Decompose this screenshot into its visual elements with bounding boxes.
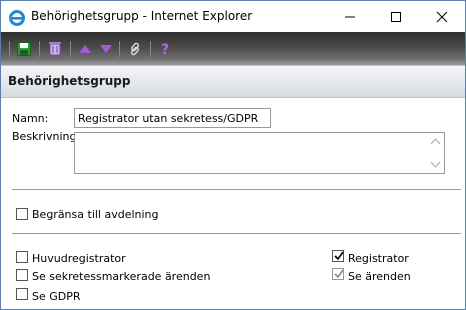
toolbar: ? [1, 32, 465, 65]
help-icon: ? [161, 42, 169, 56]
see-gdpr-label: Se GDPR [32, 290, 81, 303]
delete-button[interactable] [47, 40, 63, 57]
divider [12, 233, 461, 234]
name-input[interactable] [74, 108, 271, 128]
limit-department-label: Begränsa till avdelning [32, 208, 159, 221]
move-down-button[interactable] [98, 40, 114, 57]
move-up-button[interactable] [77, 40, 93, 57]
section-title: Behörighetsgrupp [8, 74, 131, 88]
close-button[interactable] [419, 1, 465, 32]
see-gdpr-checkbox[interactable] [16, 288, 28, 300]
checkmark-icon [334, 269, 344, 279]
toolbar-separator [39, 41, 40, 57]
scroll-down-icon[interactable] [430, 161, 441, 169]
maximize-button[interactable] [373, 1, 419, 32]
see-cases-label: Se ärenden [348, 270, 411, 283]
ie-icon [9, 9, 25, 26]
description-textarea[interactable] [74, 132, 445, 174]
section-header: Behörighetsgrupp [1, 65, 465, 98]
scroll-up-icon[interactable] [430, 137, 441, 145]
link-icon [131, 42, 139, 55]
link-button[interactable] [127, 40, 143, 57]
save-button[interactable] [16, 40, 32, 57]
name-label: Namn: [12, 112, 49, 125]
limit-department-checkbox[interactable] [16, 208, 28, 220]
window-title: Behörighetsgrupp - Internet Explorer [31, 9, 253, 23]
description-label: Beskrivning: [12, 130, 81, 143]
head-registrar-label: Huvudregistrator [32, 252, 126, 265]
move-down-icon [100, 44, 112, 53]
head-registrar-checkbox[interactable] [16, 251, 28, 263]
browser-window: Behörighetsgrupp - Internet Explorer ? B… [0, 0, 466, 310]
toolbar-separator [70, 41, 71, 57]
see-confidential-label: Se sekretessmarkerade ärenden [32, 270, 211, 283]
title-bar: Behörighetsgrupp - Internet Explorer [1, 1, 465, 32]
registrar-label: Registrator [348, 252, 409, 265]
toolbar-separator [9, 41, 10, 57]
toolbar-separator [119, 41, 120, 57]
maximize-icon [391, 11, 401, 22]
svg-text:?: ? [161, 42, 169, 56]
move-up-icon [79, 44, 91, 53]
minimize-button[interactable] [327, 1, 373, 32]
divider [12, 189, 461, 190]
checkmark-icon [334, 251, 344, 261]
minimize-icon [345, 16, 355, 17]
registrar-checkbox[interactable] [332, 250, 344, 262]
see-confidential-checkbox[interactable] [16, 269, 28, 281]
toolbar-separator [150, 41, 151, 57]
help-button[interactable]: ? [158, 40, 174, 57]
see-cases-checkbox[interactable] [332, 268, 344, 280]
delete-icon [49, 42, 61, 56]
close-icon [436, 11, 448, 22]
save-icon [17, 41, 31, 56]
